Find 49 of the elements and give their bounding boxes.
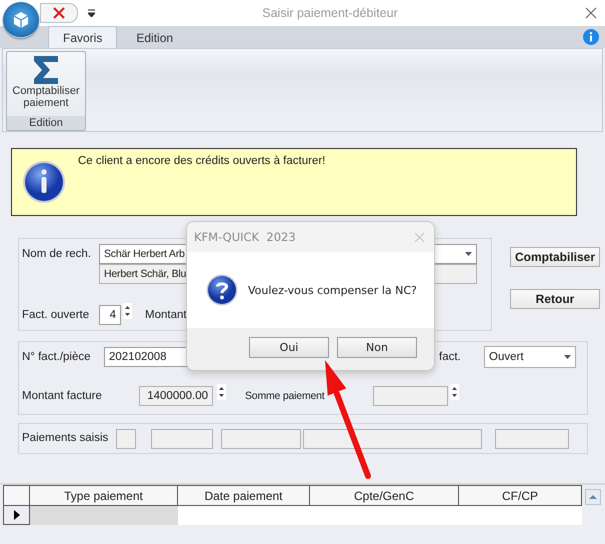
field-label: Montant	[145, 309, 187, 321]
field-label: N° fact./pièce	[22, 351, 91, 363]
ribbon-tab[interactable]: Favoris	[48, 26, 118, 48]
action-button[interactable]: Comptabiliser	[510, 247, 600, 267]
payment-field[interactable]	[116, 429, 136, 449]
field-label: Paiements saisis	[22, 432, 108, 444]
column-header[interactable]: Type paiement	[30, 485, 178, 506]
field-label: Montant facture	[22, 390, 102, 402]
ribbon-group-label: Edition	[7, 116, 85, 130]
field-label: Somme paiement	[245, 390, 324, 402]
scroll-up-icon[interactable]	[585, 489, 601, 505]
app-menu-button[interactable]	[3, 2, 39, 38]
field-label: Nom de rech.	[22, 248, 92, 260]
dialog-message: Voulez-vous compenser la NC?	[248, 284, 417, 296]
payment-sum-field[interactable]	[373, 386, 448, 406]
customize-toolbar-icon[interactable]	[88, 9, 95, 17]
column-header[interactable]: CF/CP	[459, 485, 582, 506]
payment-field[interactable]	[303, 429, 482, 449]
ribbon-tab[interactable]: Edition	[121, 26, 188, 48]
current-row-icon	[14, 510, 20, 520]
message-text: Ce client a encore des crédits ouverts à facturer!	[78, 155, 326, 167]
column-header[interactable]: Cpte/GenC	[310, 485, 459, 506]
dialog-button[interactable]: Oui	[249, 337, 329, 358]
action-button[interactable]: Retour	[510, 289, 600, 309]
payment-field[interactable]	[495, 429, 569, 449]
question-icon	[206, 274, 238, 306]
dropdown-arrow-icon[interactable]	[564, 355, 571, 359]
grid-cell[interactable]	[30, 506, 178, 525]
count-field[interactable]: 4	[99, 305, 121, 325]
info-icon[interactable]	[583, 29, 599, 45]
ribbon-command-button[interactable]: Comptabiliser paiement Edition	[6, 51, 86, 131]
payment-field[interactable]	[221, 429, 301, 449]
dropdown-arrow-icon[interactable]	[465, 252, 472, 256]
close-icon	[53, 7, 65, 19]
dialog-button[interactable]: Non	[337, 337, 417, 358]
sigma-icon	[33, 56, 59, 84]
info-icon	[22, 160, 66, 204]
grid-cell[interactable]	[178, 506, 582, 525]
quick-access-button[interactable]	[40, 3, 78, 23]
cube-icon	[12, 11, 30, 29]
window-title: Saisir paiement-débiteur	[261, 6, 399, 20]
status-dropdown[interactable]: Ouvert	[484, 346, 576, 368]
amount-field[interactable]: 1400000.00	[139, 386, 213, 406]
column-header[interactable]: Date paiement	[178, 485, 310, 506]
close-icon[interactable]	[585, 7, 597, 19]
dialog-title: KFM-QUICK 2023	[194, 230, 297, 244]
payment-field[interactable]	[151, 429, 213, 449]
field-label: fact.	[439, 351, 461, 363]
field-label: Fact. ouverte	[22, 309, 90, 321]
